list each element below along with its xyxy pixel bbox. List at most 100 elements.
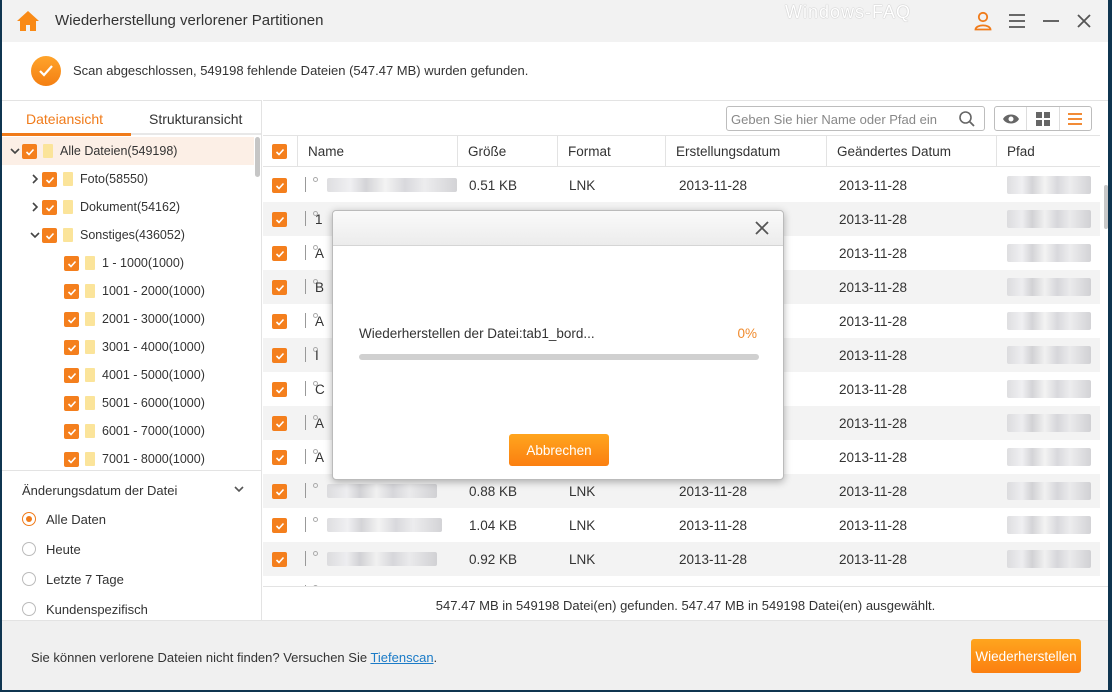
tree-checkbox[interactable] xyxy=(64,424,79,439)
chevron-down-icon[interactable] xyxy=(234,482,244,496)
row-checkbox[interactable] xyxy=(272,280,287,295)
column-header-name[interactable]: Name xyxy=(297,136,457,167)
list-view-button[interactable] xyxy=(1060,107,1091,130)
close-icon[interactable] xyxy=(753,219,771,237)
select-all-checkbox[interactable] xyxy=(272,144,287,159)
chevron-right-icon[interactable] xyxy=(30,174,40,184)
tree-item[interactable]: 1 - 1000(1000) xyxy=(2,249,254,277)
tab-file-view[interactable]: Dateiansicht xyxy=(26,111,103,127)
tree-item[interactable]: 6001 - 7000(1000) xyxy=(2,417,254,445)
search-input[interactable] xyxy=(731,110,951,128)
app-window: Wiederherstellung verlorener Partitionen… xyxy=(2,0,1108,690)
table-row[interactable]: 0.51 KB LNK 2013-11-28 2013-11-28 xyxy=(263,168,1100,202)
tree-item[interactable]: 4001 - 5000(1000) xyxy=(2,361,254,389)
minimize-icon[interactable] xyxy=(1040,10,1062,32)
row-checkbox[interactable] xyxy=(272,212,287,227)
created-date: 2013-11-28 xyxy=(679,552,748,567)
preview-view-button[interactable] xyxy=(995,107,1028,130)
table-row[interactable] xyxy=(263,576,1100,586)
file-name: A xyxy=(315,450,325,465)
column-header-path[interactable]: Pfad xyxy=(996,136,1100,167)
column-header-size[interactable]: Größe xyxy=(457,136,557,167)
tree-item[interactable]: 2001 - 3000(1000) xyxy=(2,305,254,333)
file-icon xyxy=(305,517,318,532)
close-icon[interactable] xyxy=(1073,10,1095,32)
tab-structure-view[interactable]: Strukturansicht xyxy=(149,111,242,127)
table-scrollbar[interactable] xyxy=(1104,185,1108,229)
file-name: C xyxy=(315,382,325,397)
tree-checkbox[interactable] xyxy=(42,172,57,187)
radio-button[interactable] xyxy=(22,572,36,586)
row-checkbox[interactable] xyxy=(272,416,287,431)
recover-button[interactable]: Wiederherstellen xyxy=(971,639,1081,673)
row-checkbox[interactable] xyxy=(272,518,287,533)
file-name-redacted xyxy=(327,518,442,532)
chevron-down-icon[interactable] xyxy=(30,230,40,240)
row-checkbox[interactable] xyxy=(272,382,287,397)
radio-today[interactable]: Heute xyxy=(22,539,81,559)
folder-icon xyxy=(85,340,95,354)
modified-date: 2013-11-28 xyxy=(839,212,908,227)
row-checkbox[interactable] xyxy=(272,450,287,465)
tree-checkbox[interactable] xyxy=(64,452,79,467)
folder-icon xyxy=(85,424,95,438)
file-path-redacted xyxy=(1007,414,1091,432)
user-account-icon[interactable] xyxy=(972,10,994,32)
tree-item[interactable]: Sonstiges(436052) xyxy=(2,221,254,249)
tree-item[interactable]: 5001 - 6000(1000) xyxy=(2,389,254,417)
tree-checkbox[interactable] xyxy=(64,368,79,383)
file-format: LNK xyxy=(569,518,596,533)
cancel-button[interactable]: Abbrechen xyxy=(509,434,609,466)
radio-all-dates[interactable]: Alle Daten xyxy=(22,509,106,529)
row-checkbox[interactable] xyxy=(272,348,287,363)
radio-last-7-days[interactable]: Letzte 7 Tage xyxy=(22,569,124,589)
column-header-format[interactable]: Format xyxy=(557,136,665,167)
radio-button[interactable] xyxy=(22,512,36,526)
search-box xyxy=(726,106,985,131)
file-size: 0.88 KB xyxy=(469,484,518,499)
file-name-redacted xyxy=(327,484,437,498)
row-checkbox[interactable] xyxy=(272,246,287,261)
tree-checkbox[interactable] xyxy=(42,200,57,215)
modified-date: 2013-11-28 xyxy=(839,178,908,193)
grid-view-button[interactable] xyxy=(1027,107,1060,130)
tree-checkbox[interactable] xyxy=(64,284,79,299)
tree-checkbox[interactable] xyxy=(64,340,79,355)
tree-checkbox[interactable] xyxy=(64,396,79,411)
tree-checkbox[interactable] xyxy=(64,256,79,271)
column-header-created[interactable]: Erstellungsdatum xyxy=(665,136,826,167)
chevron-down-icon[interactable] xyxy=(10,146,20,156)
column-header-modified[interactable]: Geändertes Datum xyxy=(826,136,996,167)
date-filter: Änderungsdatum der Datei Alle Daten Heut… xyxy=(2,470,261,621)
row-checkbox[interactable] xyxy=(272,314,287,329)
row-checkbox[interactable] xyxy=(272,552,287,567)
table-row[interactable]: 0.92 KB LNK 2013-11-28 2013-11-28 xyxy=(263,542,1100,576)
radio-button[interactable] xyxy=(22,542,36,556)
deep-scan-link[interactable]: Tiefenscan xyxy=(370,650,433,665)
tree-item[interactable]: Alle Dateien(549198) xyxy=(2,137,254,165)
tree-item-label: 2001 - 3000(1000) xyxy=(102,312,205,326)
view-tabs: Dateiansicht Strukturansicht xyxy=(2,101,261,136)
created-date: 2013-11-28 xyxy=(679,484,748,499)
tree-item[interactable]: 3001 - 4000(1000) xyxy=(2,333,254,361)
tree-item[interactable]: 7001 - 8000(1000) xyxy=(2,445,254,471)
table-row[interactable]: 1.04 KB LNK 2013-11-28 2013-11-28 xyxy=(263,508,1100,542)
tree-checkbox[interactable] xyxy=(22,144,37,159)
recovery-message: Wiederherstellen der Datei:tab1_bord... xyxy=(359,326,595,341)
row-checkbox[interactable] xyxy=(272,178,287,193)
file-path-redacted xyxy=(1007,448,1091,466)
chevron-right-icon[interactable] xyxy=(30,202,40,212)
search-icon[interactable] xyxy=(958,110,976,128)
tree-item[interactable]: Foto(58550) xyxy=(2,165,254,193)
tree-checkbox[interactable] xyxy=(64,312,79,327)
menu-icon[interactable] xyxy=(1006,10,1028,32)
file-path-redacted xyxy=(1007,516,1091,534)
radio-custom[interactable]: Kundenspezifisch xyxy=(22,599,148,619)
radio-button[interactable] xyxy=(22,602,36,616)
row-checkbox[interactable] xyxy=(272,484,287,499)
tree-checkbox[interactable] xyxy=(42,228,57,243)
tree-scrollbar[interactable] xyxy=(255,137,260,177)
tree-item[interactable]: Dokument(54162) xyxy=(2,193,254,221)
tree-item[interactable]: 1001 - 2000(1000) xyxy=(2,277,254,305)
home-icon[interactable] xyxy=(16,10,40,32)
